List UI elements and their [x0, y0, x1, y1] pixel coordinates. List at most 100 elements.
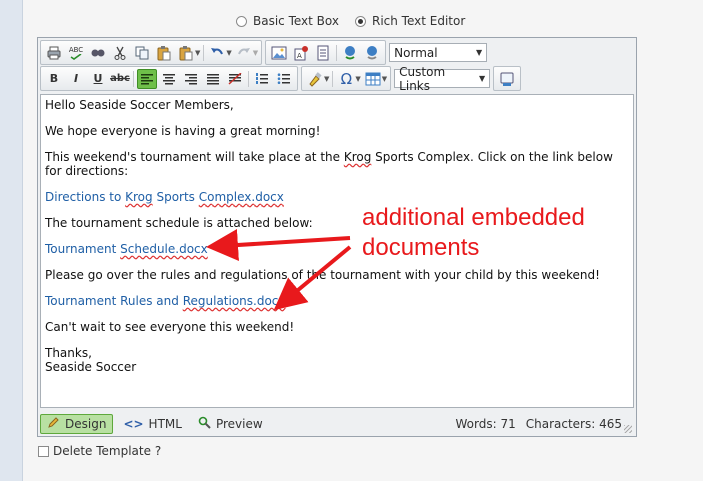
toolbar-row-2: B I U abc ▼ Ω ▼ ▼ Custom Links ▼ — [40, 65, 524, 93]
toolbar-group-insert-2: ▼ Ω ▼ ▼ — [301, 66, 392, 91]
directions-link-krog: Krog — [125, 190, 153, 204]
undo-dropdown-caret[interactable]: ▼ — [226, 49, 231, 57]
chevron-down-icon: ▼ — [476, 48, 483, 57]
closing-line-1: Thanks, — [45, 346, 92, 360]
character-count: Characters: 465 — [525, 417, 622, 431]
toolbar-group-screen — [493, 66, 522, 91]
flash-manager-icon[interactable]: A — [291, 43, 311, 63]
toggle-screen-icon[interactable] — [497, 69, 517, 89]
table-icon[interactable] — [363, 69, 383, 89]
left-panel-strip — [0, 0, 23, 481]
paste-special-icon[interactable] — [176, 43, 196, 63]
find-icon[interactable] — [88, 43, 108, 63]
align-center-icon[interactable] — [159, 69, 179, 89]
spellcheck-icon[interactable]: ABC — [66, 43, 86, 63]
directions-link-a: Directions to — [45, 190, 126, 204]
basic-text-box-label[interactable]: Basic Text Box — [253, 14, 339, 28]
format-painter-icon[interactable] — [305, 69, 325, 89]
resize-grip-icon[interactable] — [624, 425, 632, 433]
align-right-icon[interactable] — [181, 69, 201, 89]
preview-mode-button[interactable]: Preview — [192, 414, 269, 434]
align-left-icon[interactable] — [137, 68, 157, 89]
format-block-value: Normal — [394, 45, 438, 60]
delete-template-row: Delete Template ? — [38, 444, 161, 458]
pencil-icon — [47, 416, 60, 432]
print-icon[interactable] — [44, 43, 64, 63]
toolbar-row-1: ABC ▼ ▼ ▼ A Normal ▼ — [40, 40, 488, 65]
closing-line-2: Seaside Soccer — [45, 360, 137, 374]
format-block-dropdown[interactable]: Normal ▼ — [389, 43, 488, 62]
annotation-line-2: documents — [362, 234, 480, 261]
unlink-icon[interactable] — [362, 43, 382, 63]
redo-dropdown-caret[interactable]: ▼ — [253, 49, 258, 57]
editor-statusbar: Design <> HTML Preview Words: 71 Charact… — [40, 413, 634, 435]
rules-link-a: Tournament Rules and — [45, 294, 183, 308]
toolbar-separator — [248, 70, 249, 87]
schedule-link-b: Schedule.docx — [120, 242, 208, 256]
italic-button[interactable]: I — [66, 69, 86, 89]
format-painter-caret[interactable]: ▼ — [324, 75, 329, 83]
strikethrough-button[interactable]: abc — [110, 69, 130, 89]
custom-links-dropdown[interactable]: Custom Links ▼ — [394, 65, 491, 93]
toolbar-separator — [133, 70, 134, 87]
numbered-list-icon[interactable] — [252, 69, 272, 89]
delete-template-label[interactable]: Delete Template ? — [53, 444, 161, 458]
rich-text-editor-label[interactable]: Rich Text Editor — [372, 14, 465, 28]
paragraph-2-krog: Krog — [343, 150, 372, 164]
word-count: Words: 71 — [455, 417, 516, 431]
paste-dropdown-caret[interactable]: ▼ — [195, 49, 200, 57]
rich-text-editor-radio[interactable] — [354, 15, 366, 27]
cut-icon[interactable] — [110, 43, 130, 63]
toolbar-separator — [336, 44, 338, 61]
redo-icon[interactable] — [234, 43, 254, 63]
rules-link-b: Regulations.docx — [182, 294, 286, 308]
design-mode-label: Design — [65, 417, 107, 431]
paragraph-2-text-a: This weekend's tournament will take plac… — [45, 150, 344, 164]
toolbar-group-insert: A — [265, 40, 387, 65]
annotation-text: additional embedded documents — [362, 203, 585, 263]
document-manager-icon[interactable] — [313, 43, 333, 63]
delete-template-checkbox[interactable] — [38, 445, 49, 457]
html-mode-button[interactable]: <> HTML — [117, 414, 188, 434]
toolbar-group-edit: ABC ▼ ▼ ▼ — [40, 40, 263, 65]
toolbar-separator — [332, 70, 334, 87]
toolbar-separator — [203, 44, 205, 61]
custom-links-value: Custom Links — [399, 64, 446, 93]
paragraph-1: We hope everyone is having a great morni… — [45, 124, 321, 138]
spellcheck-glyph: ABC — [68, 45, 84, 54]
basic-text-box-radio[interactable] — [236, 15, 247, 27]
paragraph-2: This weekend's tournament will take plac… — [45, 150, 629, 178]
remove-alignment-icon[interactable] — [225, 69, 245, 89]
preview-mode-label: Preview — [215, 417, 263, 431]
editor-mode-selector: Basic Text Box Rich Text Editor — [236, 14, 475, 28]
code-brackets-icon: <> — [123, 417, 144, 431]
symbol-caret[interactable]: ▼ — [355, 75, 360, 83]
html-mode-label: HTML — [148, 417, 182, 431]
toolbar-group-text-style: B I U abc — [40, 66, 298, 91]
image-manager-icon[interactable] — [269, 43, 289, 63]
design-mode-button[interactable]: Design — [40, 414, 114, 434]
magnifier-icon — [198, 416, 211, 432]
symbol-icon[interactable]: Ω — [336, 69, 356, 89]
directions-link-b: Sports — [152, 190, 199, 204]
svg-text:A: A — [297, 52, 302, 60]
paragraph-4: Please go over the rules and regulations… — [45, 268, 600, 282]
schedule-link-a: Tournament — [45, 242, 121, 256]
directions-link[interactable]: Directions to Krog Sports Complex.docx — [45, 190, 629, 204]
greeting-line: Hello Seaside Soccer Members, — [45, 98, 234, 112]
rules-link[interactable]: Tournament Rules and Regulations.docx — [45, 294, 629, 308]
bold-button[interactable]: B — [44, 69, 64, 89]
undo-icon[interactable] — [207, 43, 227, 63]
justify-icon[interactable] — [203, 69, 223, 89]
word-count-panel: Words: 71 Characters: 465 — [456, 417, 623, 431]
bulleted-list-icon[interactable] — [274, 69, 294, 89]
copy-icon[interactable] — [132, 43, 152, 63]
chevron-down-icon: ▼ — [479, 74, 486, 83]
paste-icon[interactable] — [154, 43, 174, 63]
annotation-line-1: additional embedded — [362, 204, 585, 231]
paragraph-5: Can't wait to see everyone this weekend! — [45, 320, 295, 334]
hyperlink-icon[interactable] — [340, 43, 360, 63]
table-caret[interactable]: ▼ — [382, 75, 387, 83]
underline-button[interactable]: U — [88, 69, 108, 89]
directions-link-c: Complex.docx — [198, 190, 284, 204]
